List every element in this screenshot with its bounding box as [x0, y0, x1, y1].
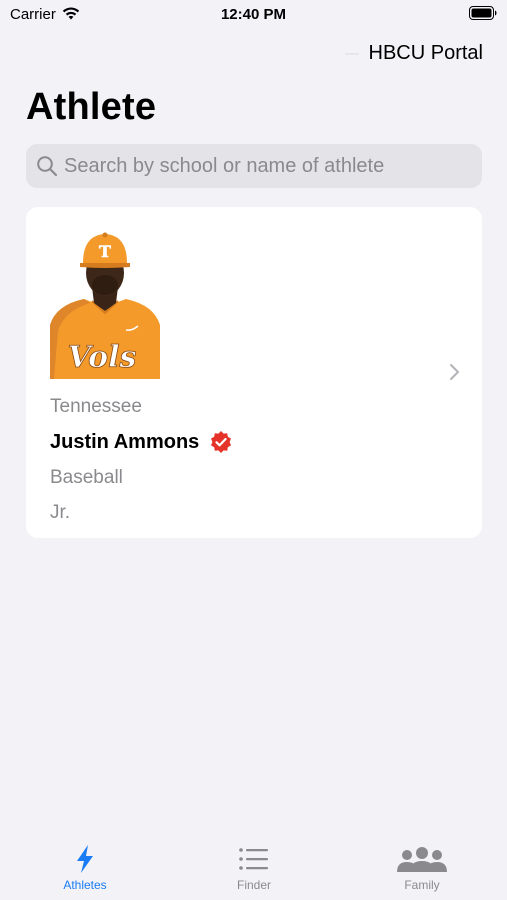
athlete-photo: T Vols: [50, 227, 160, 379]
tab-finder-label: Finder: [236, 878, 271, 892]
bolt-icon: [77, 845, 93, 873]
status-bar: Carrier 12:40 PM: [0, 0, 507, 30]
nav-bar-right: HBCU Portal: [344, 42, 483, 65]
cap-logo-letter: T: [99, 242, 111, 261]
nav-divider: [344, 52, 359, 55]
chevron-right-icon: [450, 364, 459, 380]
athlete-name-row: Justin Ammons: [50, 430, 233, 454]
battery-icon: [469, 6, 497, 20]
verified-badge-icon: [211, 431, 232, 453]
athlete-card[interactable]: T Vols Tennessee Justin Ammons Baseball …: [26, 207, 482, 538]
list-icon: [239, 848, 268, 870]
tab-finder[interactable]: Finder: [194, 836, 314, 900]
clock: 12:40 PM: [220, 6, 287, 23]
athlete-class-year: Jr.: [50, 502, 71, 523]
page-title: Athlete: [26, 86, 157, 128]
hbcu-portal-button[interactable]: HBCU Portal: [369, 42, 483, 65]
athlete-name: Justin Ammons: [50, 430, 200, 453]
tab-athletes-label: Athletes: [63, 878, 107, 892]
athlete-school: Tennessee: [50, 396, 142, 417]
tab-athletes[interactable]: Athletes: [25, 836, 145, 900]
athlete-sport: Baseball: [50, 467, 123, 488]
jersey-text: Vols: [68, 340, 137, 375]
search-input[interactable]: [64, 154, 482, 178]
app-screen: Carrier 12:40 PM HBCU Portal Athlete Sea…: [0, 0, 507, 900]
tab-bar: Athletes Finder Family: [0, 836, 507, 900]
tab-family-label: Family: [404, 878, 440, 892]
tab-family[interactable]: Family: [362, 836, 482, 900]
search-icon: [37, 156, 58, 177]
search-bar[interactable]: [26, 144, 482, 188]
people-icon: [397, 847, 447, 872]
